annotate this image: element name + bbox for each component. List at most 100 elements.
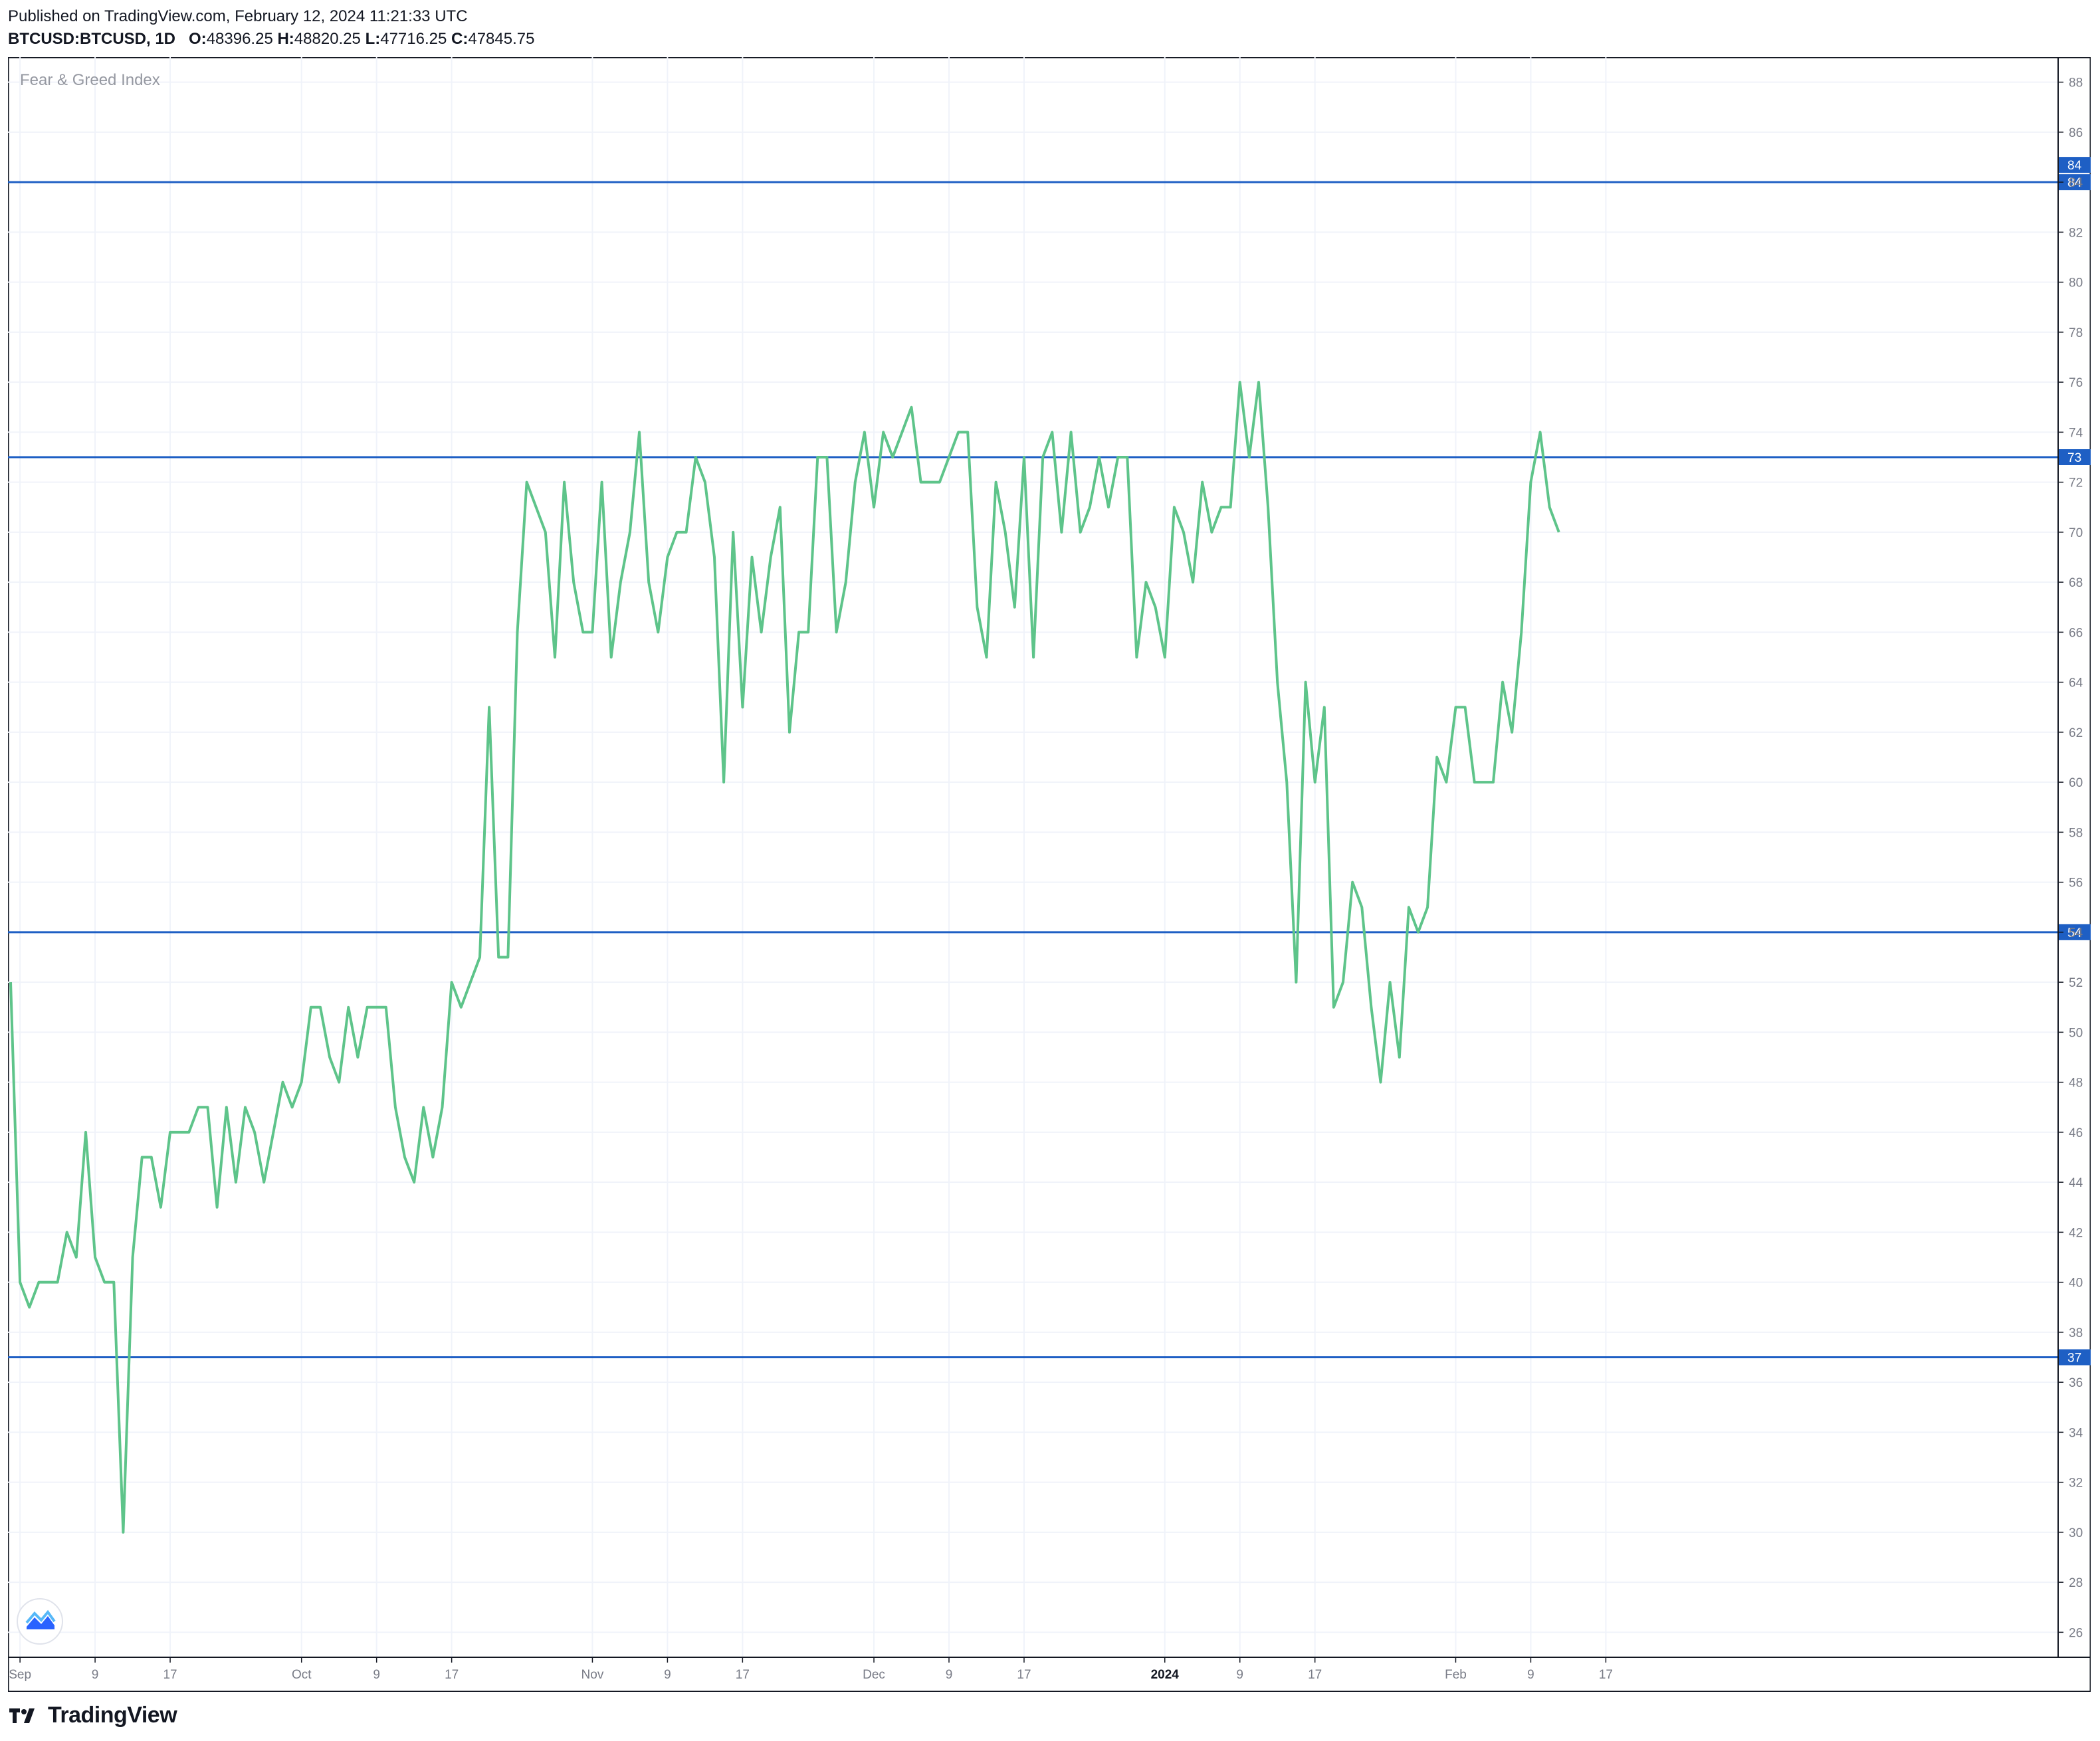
x-tick-label: Dec	[863, 1668, 885, 1682]
y-tick-label: 52	[2069, 976, 2083, 990]
data-point	[1360, 906, 1363, 908]
data-point	[929, 481, 932, 484]
data-point	[1079, 531, 1082, 534]
data-point	[488, 706, 490, 708]
horizontal-lines[interactable]: 84 73 54 37 84	[8, 157, 2091, 1366]
data-point	[1389, 981, 1392, 983]
data-point	[638, 431, 641, 433]
footer-logo[interactable]: TradingView	[9, 1702, 177, 1728]
data-point	[319, 1006, 322, 1009]
data-point	[581, 631, 584, 633]
data-point	[732, 531, 734, 534]
data-point	[338, 1081, 340, 1084]
y-tick-label: 58	[2069, 826, 2083, 840]
data-point	[1107, 506, 1110, 508]
y-tick-label: 66	[2069, 626, 2083, 640]
data-point	[516, 631, 518, 633]
data-point	[1145, 581, 1148, 583]
data-point	[1295, 981, 1297, 983]
data-point	[187, 1131, 190, 1134]
data-point	[19, 1281, 21, 1284]
y-tick-label: 78	[2069, 326, 2083, 340]
data-point	[1219, 506, 1222, 508]
y-tick-label: 46	[2069, 1126, 2083, 1140]
data-point	[779, 506, 782, 508]
chart-header: Published on TradingView.com, February 1…	[8, 5, 534, 51]
data-point	[526, 481, 528, 484]
x-tick-label: 9	[1236, 1668, 1243, 1682]
data-point	[1098, 456, 1101, 459]
data-point	[253, 1131, 256, 1134]
data-point	[1004, 531, 1007, 534]
y-tick-label: 64	[2069, 676, 2083, 690]
data-point	[797, 631, 800, 633]
data-point	[1511, 731, 1513, 734]
data-point	[563, 481, 566, 484]
data-point	[1135, 656, 1138, 659]
data-point	[506, 956, 509, 959]
data-point	[1051, 431, 1053, 433]
x-tick-label: 17	[736, 1668, 750, 1682]
data-point	[750, 556, 753, 559]
x-tick-label: Nov	[581, 1668, 604, 1682]
data-point	[1483, 781, 1485, 783]
data-point	[845, 581, 847, 583]
data-point	[948, 456, 950, 459]
data-point	[9, 981, 12, 983]
data-point	[601, 481, 603, 484]
data-point	[610, 656, 613, 659]
data-point	[873, 506, 875, 508]
y-tick-label: 40	[2069, 1277, 2083, 1290]
y-tick-label: 26	[2069, 1626, 2083, 1640]
data-point	[1041, 456, 1044, 459]
data-point	[591, 631, 593, 633]
y-tick-label: 86	[2069, 126, 2083, 140]
chart-frame[interactable]: 84 73 54 37 84 26 28 30 32 34 36 38 40 42 44 46 48 50 52 5…	[7, 56, 2091, 1692]
y-tick-label: 48	[2069, 1076, 2083, 1090]
data-point	[1070, 431, 1073, 433]
data-point	[1464, 706, 1467, 708]
data-point	[1492, 781, 1495, 783]
data-point	[150, 1156, 153, 1159]
y-tick-label: 50	[2069, 1026, 2083, 1040]
x-tick-label: Oct	[292, 1668, 312, 1682]
symbol-label[interactable]: BTCUSD:BTCUSD, 1D	[8, 30, 175, 48]
data-point	[1089, 506, 1091, 508]
data-point	[1267, 506, 1269, 508]
data-point	[647, 581, 650, 583]
data-point	[403, 1156, 406, 1159]
data-point	[310, 1006, 312, 1009]
y-tick-label: 70	[2069, 526, 2083, 540]
data-point	[178, 1131, 181, 1134]
chart-svg[interactable]: 84 73 54 37 84 26 28 30 32 34 36 38 40 42 44 46 48 50 52 5…	[7, 56, 2091, 1692]
open-value: 48396.25	[206, 30, 273, 48]
data-point	[572, 581, 575, 583]
ohlc-legend: BTCUSD:BTCUSD, 1D O:48396.25 H:48820.25 …	[8, 28, 534, 51]
data-point	[1417, 931, 1419, 934]
x-tick-label: 17	[445, 1668, 459, 1682]
data-point	[197, 1106, 199, 1108]
data-point	[1314, 781, 1316, 783]
footer-brand: TradingView	[48, 1702, 177, 1728]
y-tick-label: 32	[2069, 1477, 2083, 1490]
data-point	[300, 1081, 303, 1084]
tradingview-logo-icon	[9, 1708, 35, 1723]
data-point	[1445, 781, 1447, 783]
x-tick-label: 17	[163, 1668, 177, 1682]
y-tick-label: 62	[2069, 726, 2083, 740]
tradingview-badge-icon[interactable]	[17, 1598, 63, 1645]
published-caption: Published on TradingView.com, February 1…	[8, 7, 468, 25]
data-point	[132, 1256, 134, 1259]
data-point	[75, 1256, 78, 1259]
data-point	[441, 1106, 444, 1108]
data-point	[1210, 531, 1213, 534]
chart-title: Fear & Greed Index	[20, 71, 160, 89]
data-point	[854, 481, 857, 484]
data-point	[169, 1131, 171, 1134]
data-point	[1539, 431, 1542, 433]
hline-price-label: 84	[2067, 159, 2082, 173]
data-point	[835, 631, 838, 633]
data-point	[882, 431, 885, 433]
data-point	[1351, 881, 1354, 884]
x-tick-label: 17	[1017, 1668, 1031, 1682]
